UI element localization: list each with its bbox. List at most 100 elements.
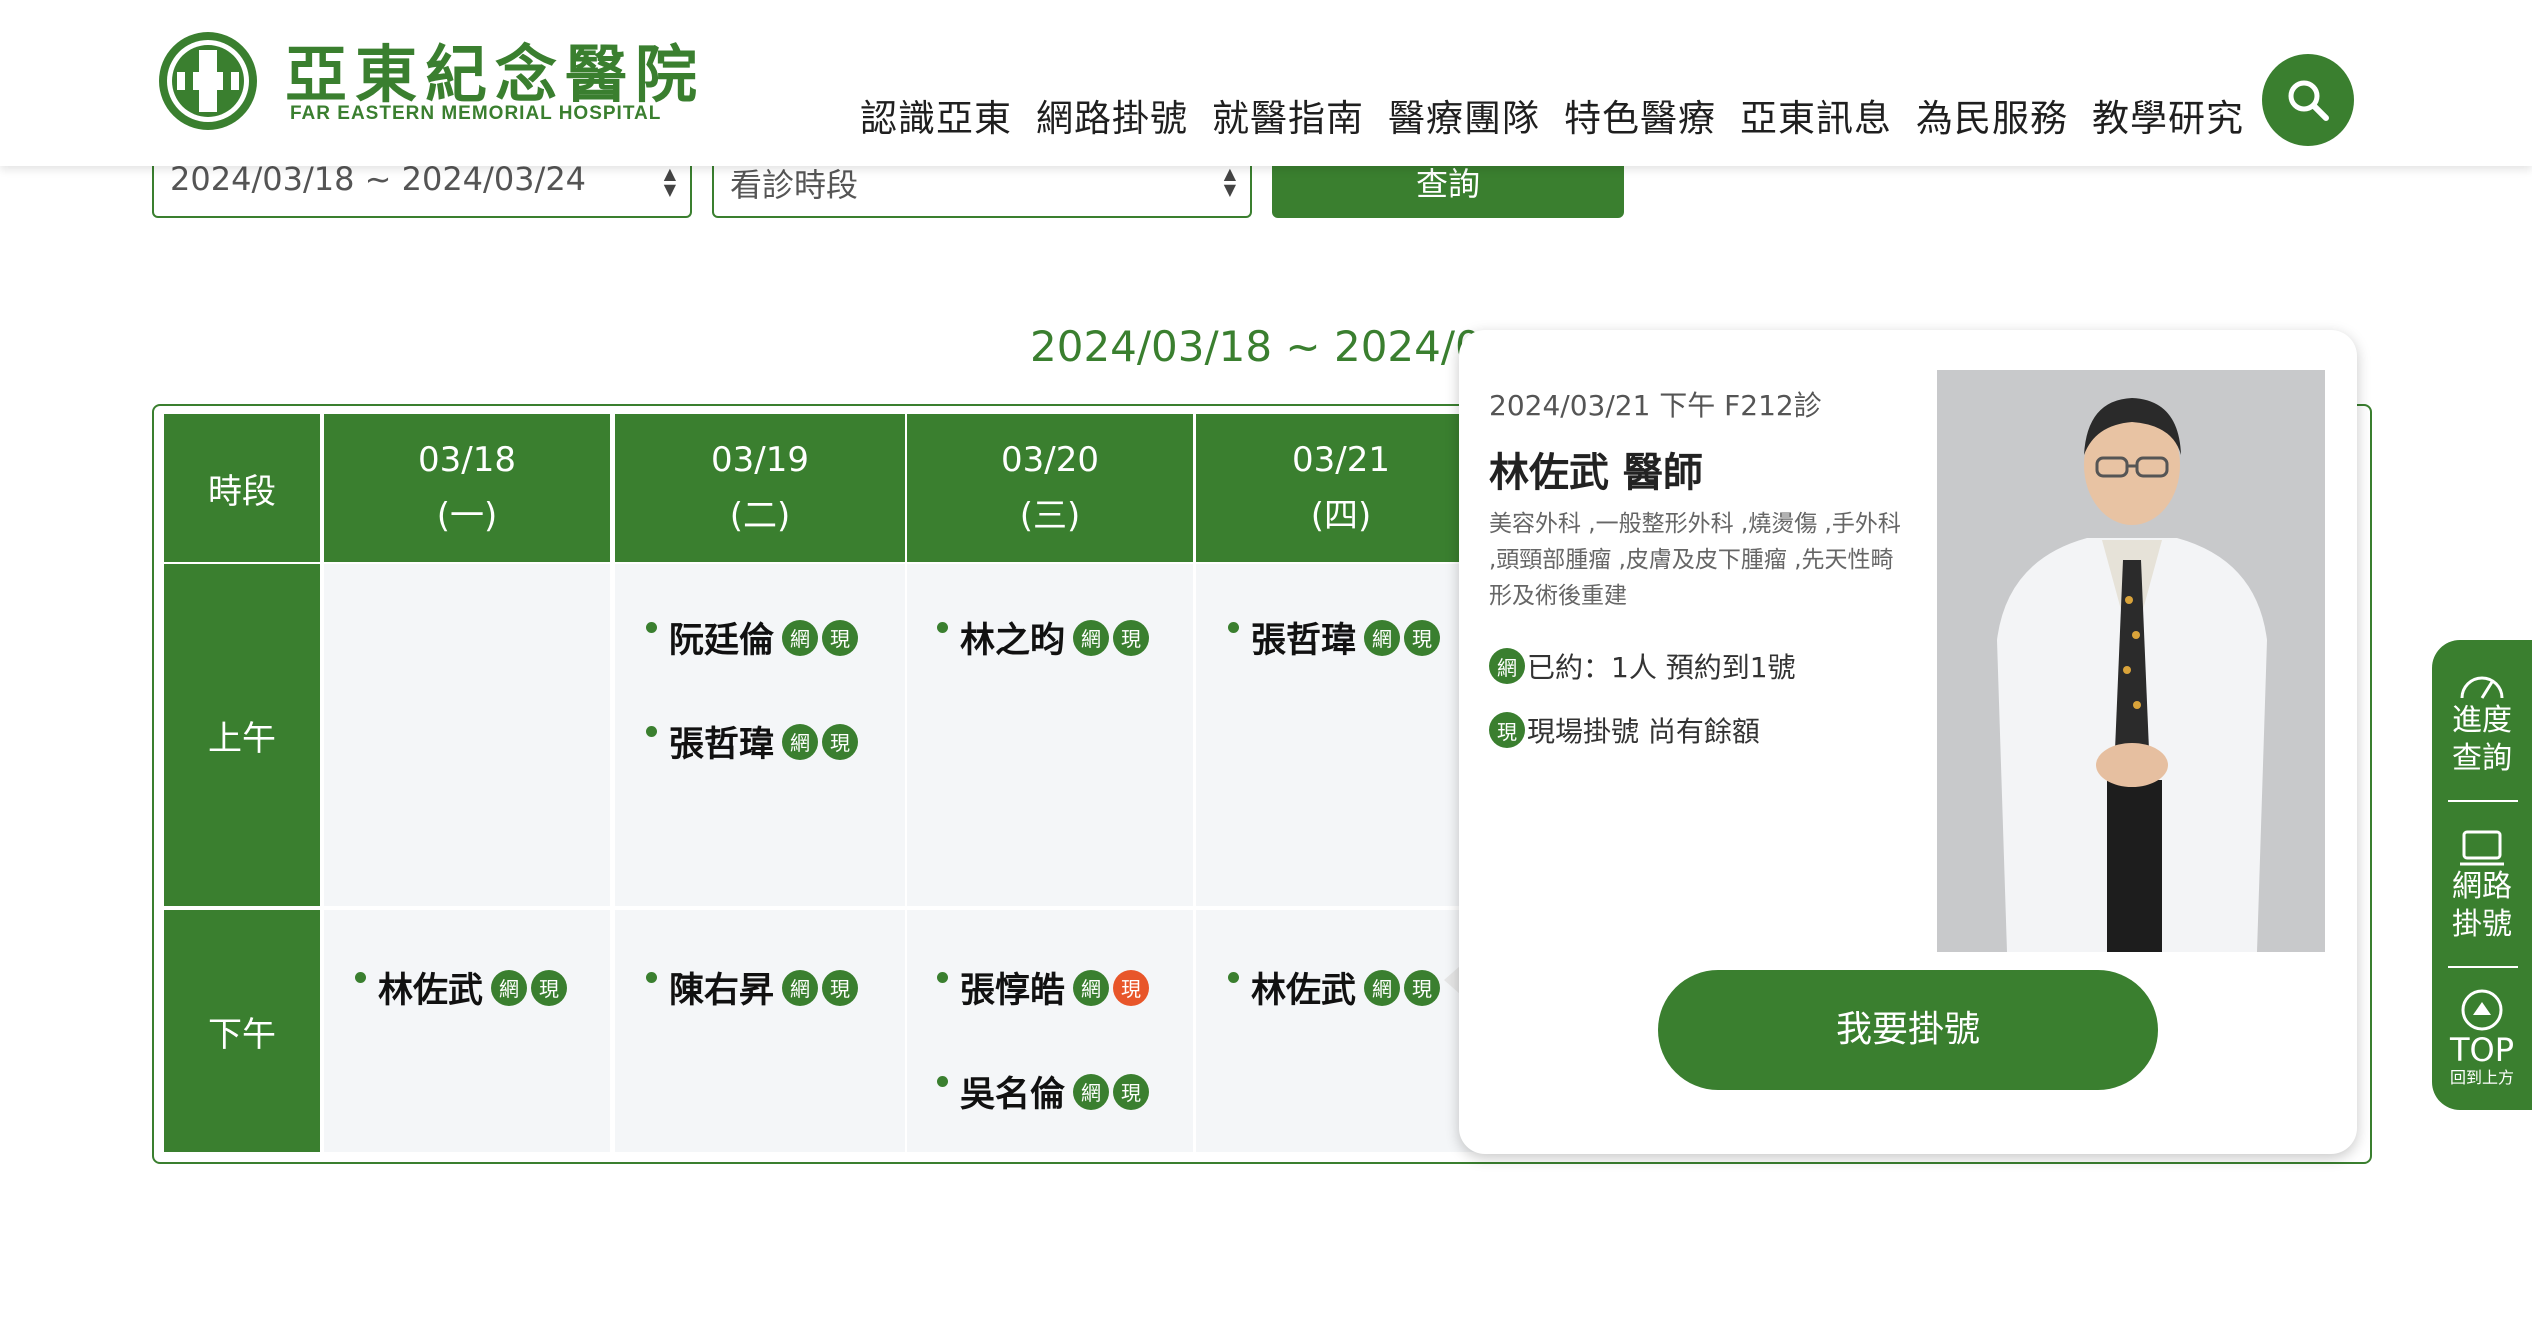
sidebar-register-label: 網路掛號 [2452,869,2512,942]
doctor-name: 陳右昇 [669,971,775,1011]
day-date: 03/18 [418,440,516,480]
bullet-dot [937,622,948,633]
web-badge: 網 [782,969,819,1006]
web-badge: 網 [491,969,528,1006]
doctor-name: 張哲瑋 [669,725,775,765]
nav-item-about[interactable]: 認識亞東 [848,88,1024,142]
sidebar-back-to-top[interactable]: TOP 回到上方 [2432,988,2532,1088]
nav-item-online-registration[interactable]: 網路掛號 [1024,88,1200,142]
doctor-entry[interactable]: 阮廷倫 網 現 [646,612,859,663]
bullet-dot [646,726,657,737]
sidebar-online-register[interactable]: 網路掛號 [2432,828,2532,944]
web-badge: 網 [782,723,819,760]
day-weekday: (一) [436,496,498,536]
hospital-logo-icon[interactable] [155,28,261,134]
walkin-badge: 現 [1113,1073,1150,1110]
doctor-entry[interactable]: 林之昀 網 現 [937,612,1150,663]
nav-item-visit-guide[interactable]: 就醫指南 [1200,88,1376,142]
slot-0321-pm [1196,910,1486,1152]
day-header-0320: 03/20 (三) [907,414,1193,562]
walkin-badge: 現 [822,969,859,1006]
day-header-0319: 03/19 (二) [615,414,905,562]
day-date: 03/21 [1292,440,1390,480]
nav-item-teaching-research[interactable]: 教學研究 [2080,88,2256,142]
walkin-badge: 現 [1489,712,1525,748]
walkin-badge: 現 [822,619,859,656]
day-weekday: (三) [1019,496,1081,536]
period-header: 時段 [164,414,320,562]
popup-session-info: 2024/03/21 下午 F212診 [1489,389,1822,422]
day-weekday: (二) [729,496,791,536]
floating-sidebar: 進度查詢 網路掛號 TOP 回到上方 [2432,640,2532,1110]
doctor-name: 張惇皓 [960,971,1066,1011]
doctor-entry[interactable]: 張惇皓 網 現 [937,962,1150,1013]
slot-0318-am [324,564,610,906]
doctor-name: 林佐武 [1251,971,1357,1011]
doctor-popup: 2024/03/21 下午 F212診 林佐武 醫師 美容外科 ,一般整形外科 … [1459,330,2357,1154]
doctor-photo [1937,370,2325,952]
web-badge: 網 [1073,969,1110,1006]
doctor-name: 阮廷倫 [669,621,775,661]
sidebar-divider [2448,966,2518,968]
logo-chinese-name[interactable]: 亞東紀念醫院 [285,24,705,114]
bullet-dot [937,972,948,983]
sidebar-top-sub: 回到上方 [2449,1068,2514,1087]
doctor-name: 張哲瑋 [1251,621,1357,661]
site-header: 亞東紀念醫院 FAR EASTERN MEMORIAL HOSPITAL 認識亞… [0,0,2532,166]
web-badge: 網 [1073,619,1110,656]
day-date: 03/19 [711,440,809,480]
sidebar-top-label: TOP [2449,1031,2515,1069]
sidebar-divider [2448,800,2518,802]
main-nav: 認識亞東 網路掛號 就醫指南 醫療團隊 特色醫療 亞東訊息 為民服務 教學研究 [848,88,2256,142]
select-arrows-icon: ▲ ▼ [663,164,676,199]
doctor-entry[interactable]: 林佐武 網 現 [355,962,568,1013]
day-weekday: (四) [1310,496,1372,536]
walkin-status-text: 現場掛號 尚有餘額 [1527,715,1760,748]
logo-english-name[interactable]: FAR EASTERN MEMORIAL HOSPITAL [290,103,661,125]
period-placeholder: 看診時段 [730,166,859,204]
search-icon [2288,80,2329,121]
popup-pointer [1444,966,1460,994]
doctor-name: 林之昀 [960,621,1066,661]
walkin-badge: 現 [1404,619,1441,656]
sidebar-progress-label: 進度查詢 [2452,703,2512,776]
laptop-icon [2460,830,2504,866]
book-appointment-button[interactable]: 我要掛號 [1658,970,2158,1090]
day-header-0318: 03/18 (一) [324,414,610,562]
popup-walkin-status: 現 現場掛號 尚有餘額 [1489,710,1760,750]
nav-item-special-care[interactable]: 特色醫療 [1552,88,1728,142]
web-badge: 網 [1489,648,1525,684]
walkin-badge: 現 [1113,619,1150,656]
afternoon-label: 下午 [164,910,320,1152]
web-badge: 網 [1364,619,1401,656]
bullet-dot [1228,972,1239,983]
sidebar-progress-query[interactable]: 進度查詢 [2432,666,2532,778]
doctor-entry[interactable]: 吳名倫 網 現 [937,1066,1150,1117]
doctor-entry[interactable]: 張哲瑋 網 現 [1228,612,1441,663]
bullet-dot [355,972,366,983]
popup-doctor-name: 林佐武 醫師 [1489,450,1703,496]
day-date: 03/20 [1001,440,1099,480]
doctor-entry[interactable]: 張哲瑋 網 現 [646,716,859,767]
bullet-dot [646,972,657,983]
gauge-icon [2460,676,2504,699]
web-badge: 網 [1073,1073,1110,1110]
bullet-dot [646,622,657,633]
walkin-badge: 現 [1404,969,1441,1006]
nav-item-news[interactable]: 亞東訊息 [1728,88,1904,142]
popup-web-status: 網 已約：1人 預約到1號 [1489,646,1796,686]
doctor-entry-selected[interactable]: 林佐武 網 現 [1228,962,1441,1013]
bullet-dot [937,1076,948,1087]
nav-item-medical-team[interactable]: 醫療團隊 [1376,88,1552,142]
walkin-badge: 現 [822,723,859,760]
doctor-entry[interactable]: 陳右昇 網 現 [646,962,859,1013]
nav-item-public-service[interactable]: 為民服務 [1904,88,2080,142]
select-arrows-icon: ▲ ▼ [1223,164,1236,199]
doctor-name: 吳名倫 [960,1075,1066,1115]
arrow-up-circle-icon [2461,989,2503,1031]
walkin-badge: 現 [531,969,568,1006]
morning-label: 上午 [164,564,320,906]
web-status-text: 已約：1人 預約到1號 [1527,651,1796,684]
day-header-0321: 03/21 (四) [1196,414,1486,562]
search-button[interactable] [2262,54,2354,146]
